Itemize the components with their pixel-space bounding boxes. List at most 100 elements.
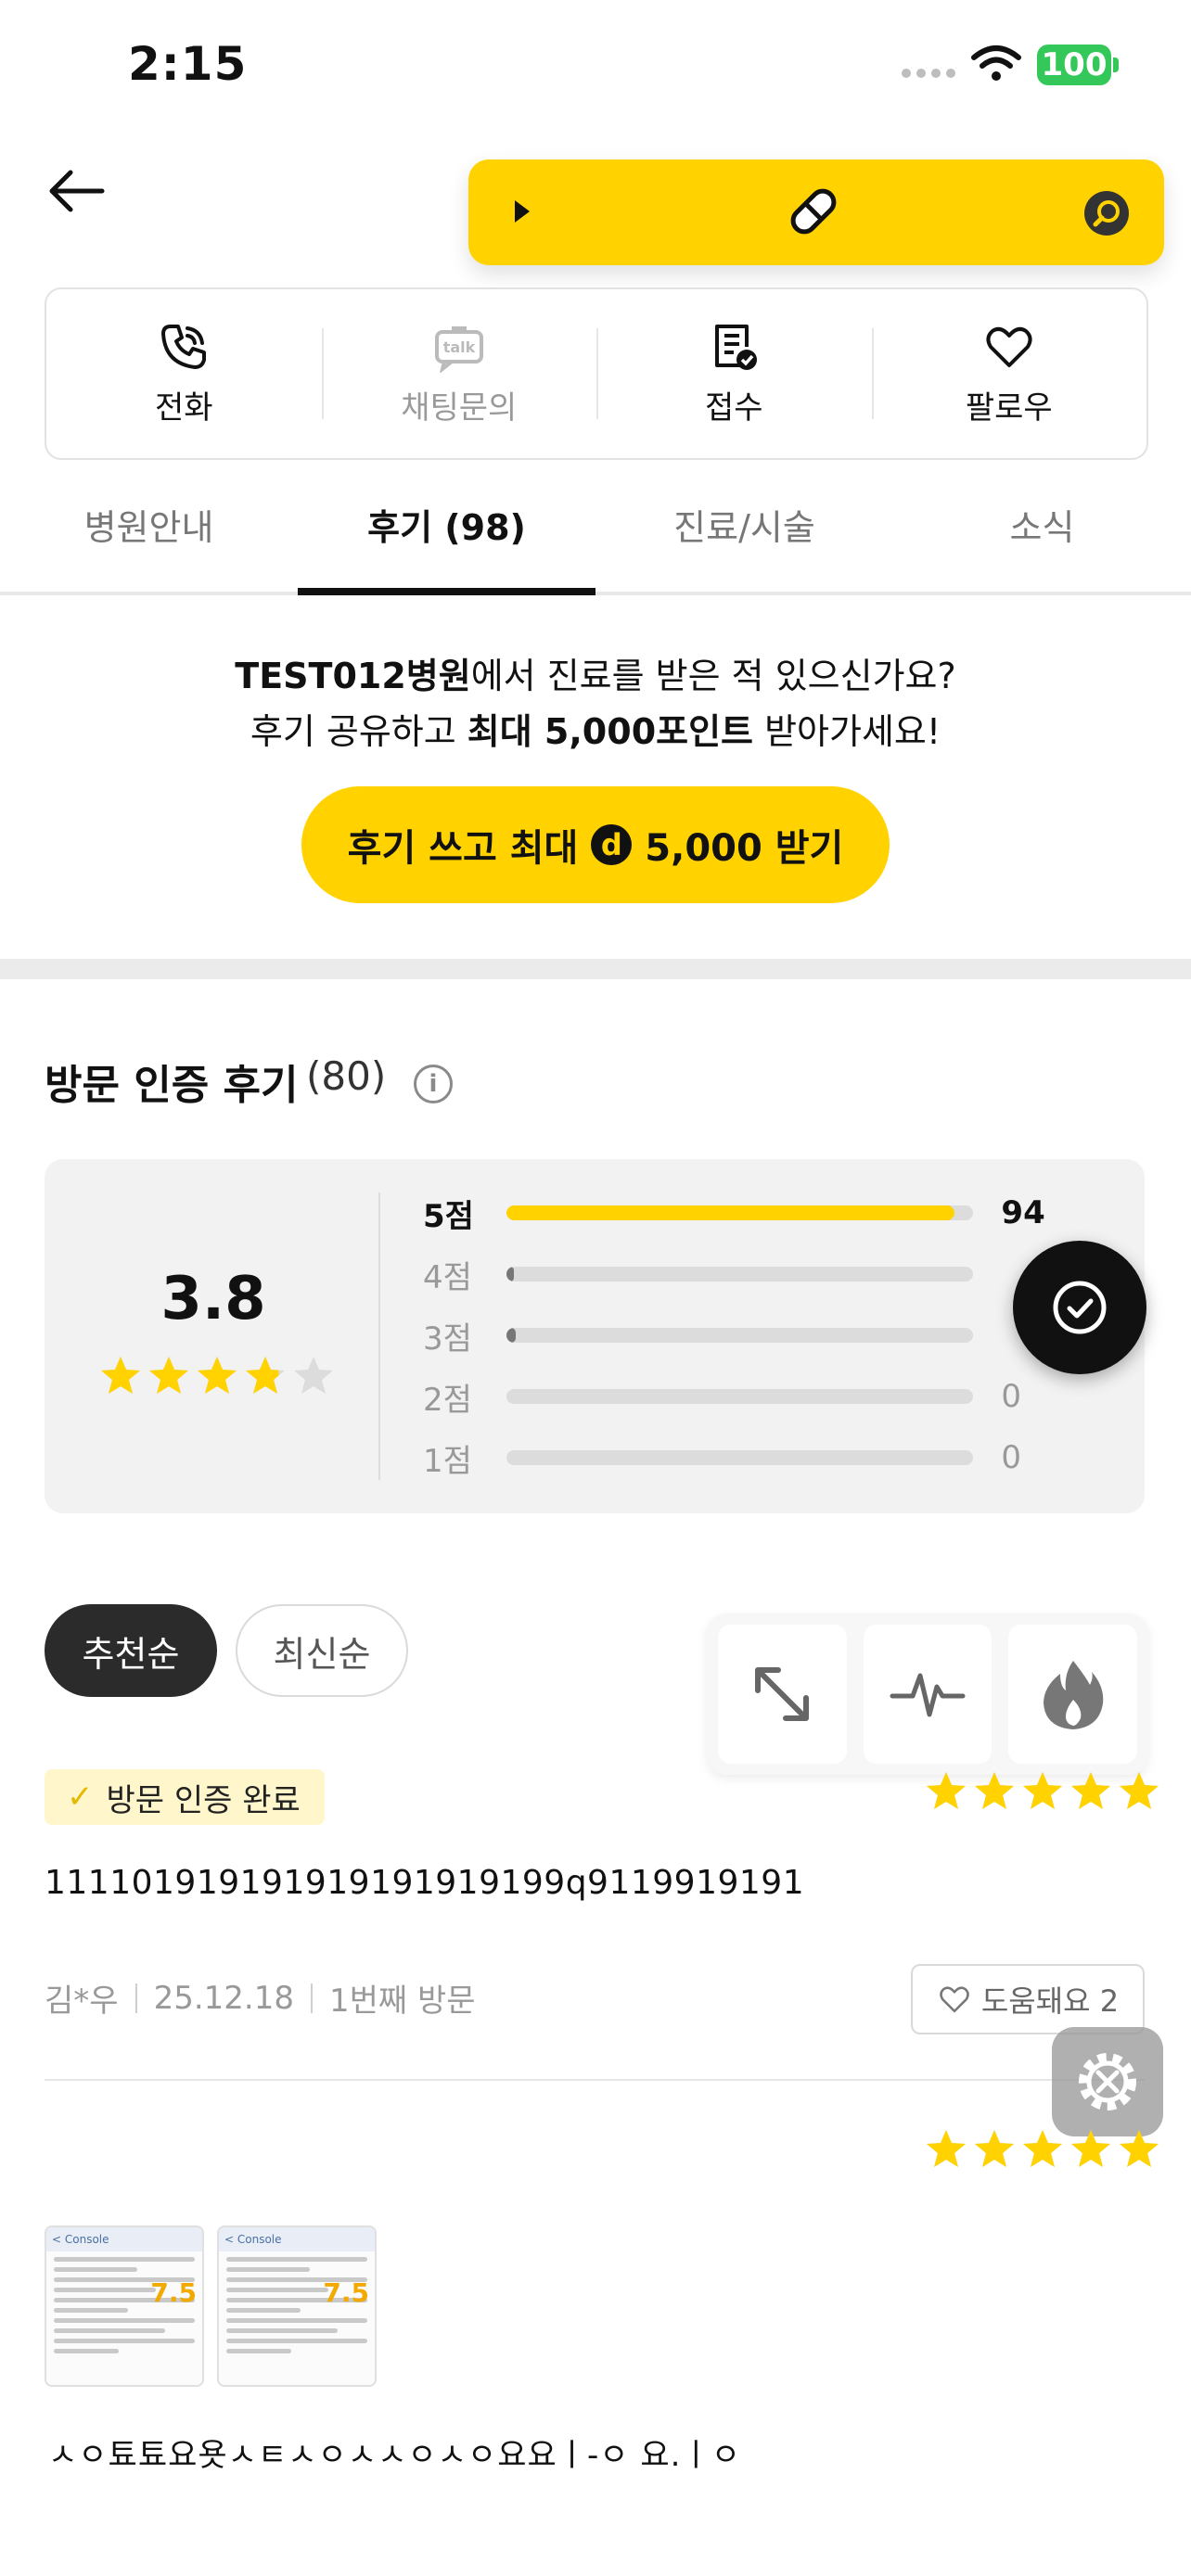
rating-bar-fill <box>506 1205 955 1220</box>
rating-distribution-row: 5점 94 <box>423 1185 1072 1241</box>
rating-level-label: 2점 <box>423 1381 472 1419</box>
rating-bar <box>506 1328 974 1343</box>
hospital-tabs: 병원안내 후기 (98) 진료/시술 소식 <box>0 482 1191 595</box>
review-text: 111101919191919191919199q9119919191 <box>45 1864 805 1902</box>
visit-verified-label: 방문 인증 완료 <box>106 1781 301 1819</box>
star-icon <box>1023 1772 1062 1809</box>
pulse-icon <box>890 1673 966 1717</box>
floating-tools-panel <box>707 1613 1148 1775</box>
promo-question-rest: 에서 진료를 받은 적 있으신가요? <box>470 656 956 696</box>
promo-question: TEST012병원에서 진료를 받은 적 있으신가요? <box>0 649 1191 703</box>
review-stars <box>924 1769 1161 1814</box>
follow-label: 팔로우 <box>965 389 1053 427</box>
review-visit-count: 1번째 방문 <box>328 1983 476 2020</box>
expand-button[interactable] <box>718 1625 847 1764</box>
rating-count: 94 <box>1001 1194 1045 1231</box>
info-icon[interactable]: i <box>414 1065 453 1103</box>
promo-hospital-name: TEST012병원 <box>235 656 471 696</box>
review-author: 김*우 <box>45 1983 119 2020</box>
review-photo-thumbnail[interactable]: < Console 7.5 <box>45 2225 204 2387</box>
battery-indicator: 100 <box>1037 45 1111 85</box>
floating-search-bar[interactable] <box>468 159 1164 265</box>
reception-button[interactable]: 접수 <box>596 289 872 458</box>
tab-reviews[interactable]: 후기 (98) <box>298 482 596 595</box>
floating-check-button[interactable] <box>1013 1241 1146 1374</box>
rating-bar-fill <box>506 1267 515 1282</box>
expand-icon <box>755 1667 810 1721</box>
review-divider <box>45 2079 1145 2081</box>
play-icon <box>515 200 530 223</box>
tab-hospital-info[interactable]: 병원안내 <box>0 482 298 592</box>
call-label: 전화 <box>154 389 213 427</box>
helpful-label: 도움돼요 2 <box>980 1983 1120 2019</box>
search-icon[interactable] <box>1082 189 1131 237</box>
helpful-button[interactable]: 도움돼요 2 <box>911 1964 1145 2034</box>
point-coin-icon: d <box>591 824 633 865</box>
debug-tools-button[interactable] <box>1052 2027 1163 2136</box>
promo-reward-amount: 최대 5,000포인트 <box>467 711 754 752</box>
chat-inquiry-label: 채팅문의 <box>401 389 518 427</box>
rating-distribution-row: 2점 0 <box>423 1369 1072 1424</box>
cellular-signal-icon <box>902 69 955 80</box>
pulse-button[interactable] <box>863 1625 992 1764</box>
sort-recommended-chip[interactable]: 추천순 <box>45 1604 217 1697</box>
flame-icon <box>1043 1661 1103 1729</box>
star-icon <box>1023 2130 1062 2167</box>
arrow-left-icon[interactable] <box>46 163 108 219</box>
meta-separator <box>134 1983 137 2013</box>
promo-reward: 후기 공유하고 최대 5,000포인트 받아가세요! <box>0 705 1191 759</box>
meta-separator <box>310 1983 313 2013</box>
star-icon <box>198 1357 237 1394</box>
section-divider <box>0 959 1191 979</box>
thumbnail-number: 7.5 <box>323 2277 369 2308</box>
gear-tools-icon <box>1079 2053 1136 2111</box>
thumbnail-header: < Console <box>46 2227 202 2251</box>
star-icon <box>1120 2130 1159 2167</box>
star-icon <box>149 1357 188 1394</box>
rating-divider <box>378 1192 380 1480</box>
star-icon <box>975 1772 1014 1809</box>
rating-bar-fill <box>506 1328 517 1343</box>
write-review-label: 후기 쓰고 최대 <box>347 827 579 870</box>
rating-level-label: 3점 <box>423 1320 472 1358</box>
review-photo-thumbnail[interactable]: < Console 7.5 <box>217 2225 377 2387</box>
rating-level-label: 4점 <box>423 1258 472 1296</box>
rating-bar <box>506 1267 974 1282</box>
pill-icon[interactable] <box>784 182 843 241</box>
rating-distribution-row: 4점 <box>423 1246 1072 1302</box>
star-icon <box>1071 1772 1110 1809</box>
review-meta: 김*우 25.12.18 1번째 방문 <box>45 1975 476 2021</box>
write-review-amount: 5,000 받기 <box>645 827 844 870</box>
write-review-button[interactable]: 후기 쓰고 최대 d 5,000 받기 <box>301 786 890 903</box>
tab-treatments[interactable]: 진료/시술 <box>596 482 893 592</box>
rating-distribution-row: 1점 0 <box>423 1430 1072 1486</box>
follow-button[interactable]: 팔로우 <box>871 289 1147 458</box>
rating-bar <box>506 1450 974 1465</box>
star-icon <box>1120 1772 1159 1809</box>
star-icon <box>294 1357 333 1394</box>
battery-tip <box>1113 57 1119 72</box>
reception-label: 접수 <box>704 389 763 427</box>
review-stars <box>924 2127 1161 2172</box>
svg-text:talk: talk <box>442 338 475 356</box>
star-icon <box>101 1357 140 1394</box>
average-rating: 3.8 <box>160 1265 266 1333</box>
promo-reward-post: 받아가세요! <box>753 711 941 752</box>
check-circle-icon <box>1053 1281 1107 1334</box>
chat-inquiry-button[interactable]: talk 채팅문의 <box>321 289 597 458</box>
verified-reviews-count: (80) <box>306 1053 387 1099</box>
promo-reward-pre: 후기 공유하고 <box>250 711 467 752</box>
status-time: 2:15 <box>128 37 248 91</box>
call-button[interactable]: 전화 <box>46 289 322 458</box>
flame-button[interactable] <box>1008 1625 1138 1764</box>
thumbnail-header: < Console <box>219 2227 375 2251</box>
star-icon <box>975 2130 1014 2167</box>
star-icon <box>927 2130 966 2167</box>
verified-reviews-title: 방문 인증 후기 <box>45 1062 299 1109</box>
rating-level-label: 5점 <box>423 1197 474 1235</box>
sort-latest-chip[interactable]: 최신순 <box>236 1604 408 1697</box>
rating-level-label: 1점 <box>423 1442 472 1480</box>
talk-icon: talk <box>434 325 483 373</box>
tab-news[interactable]: 소식 <box>893 482 1191 592</box>
rating-count: 0 <box>1001 1378 1022 1415</box>
